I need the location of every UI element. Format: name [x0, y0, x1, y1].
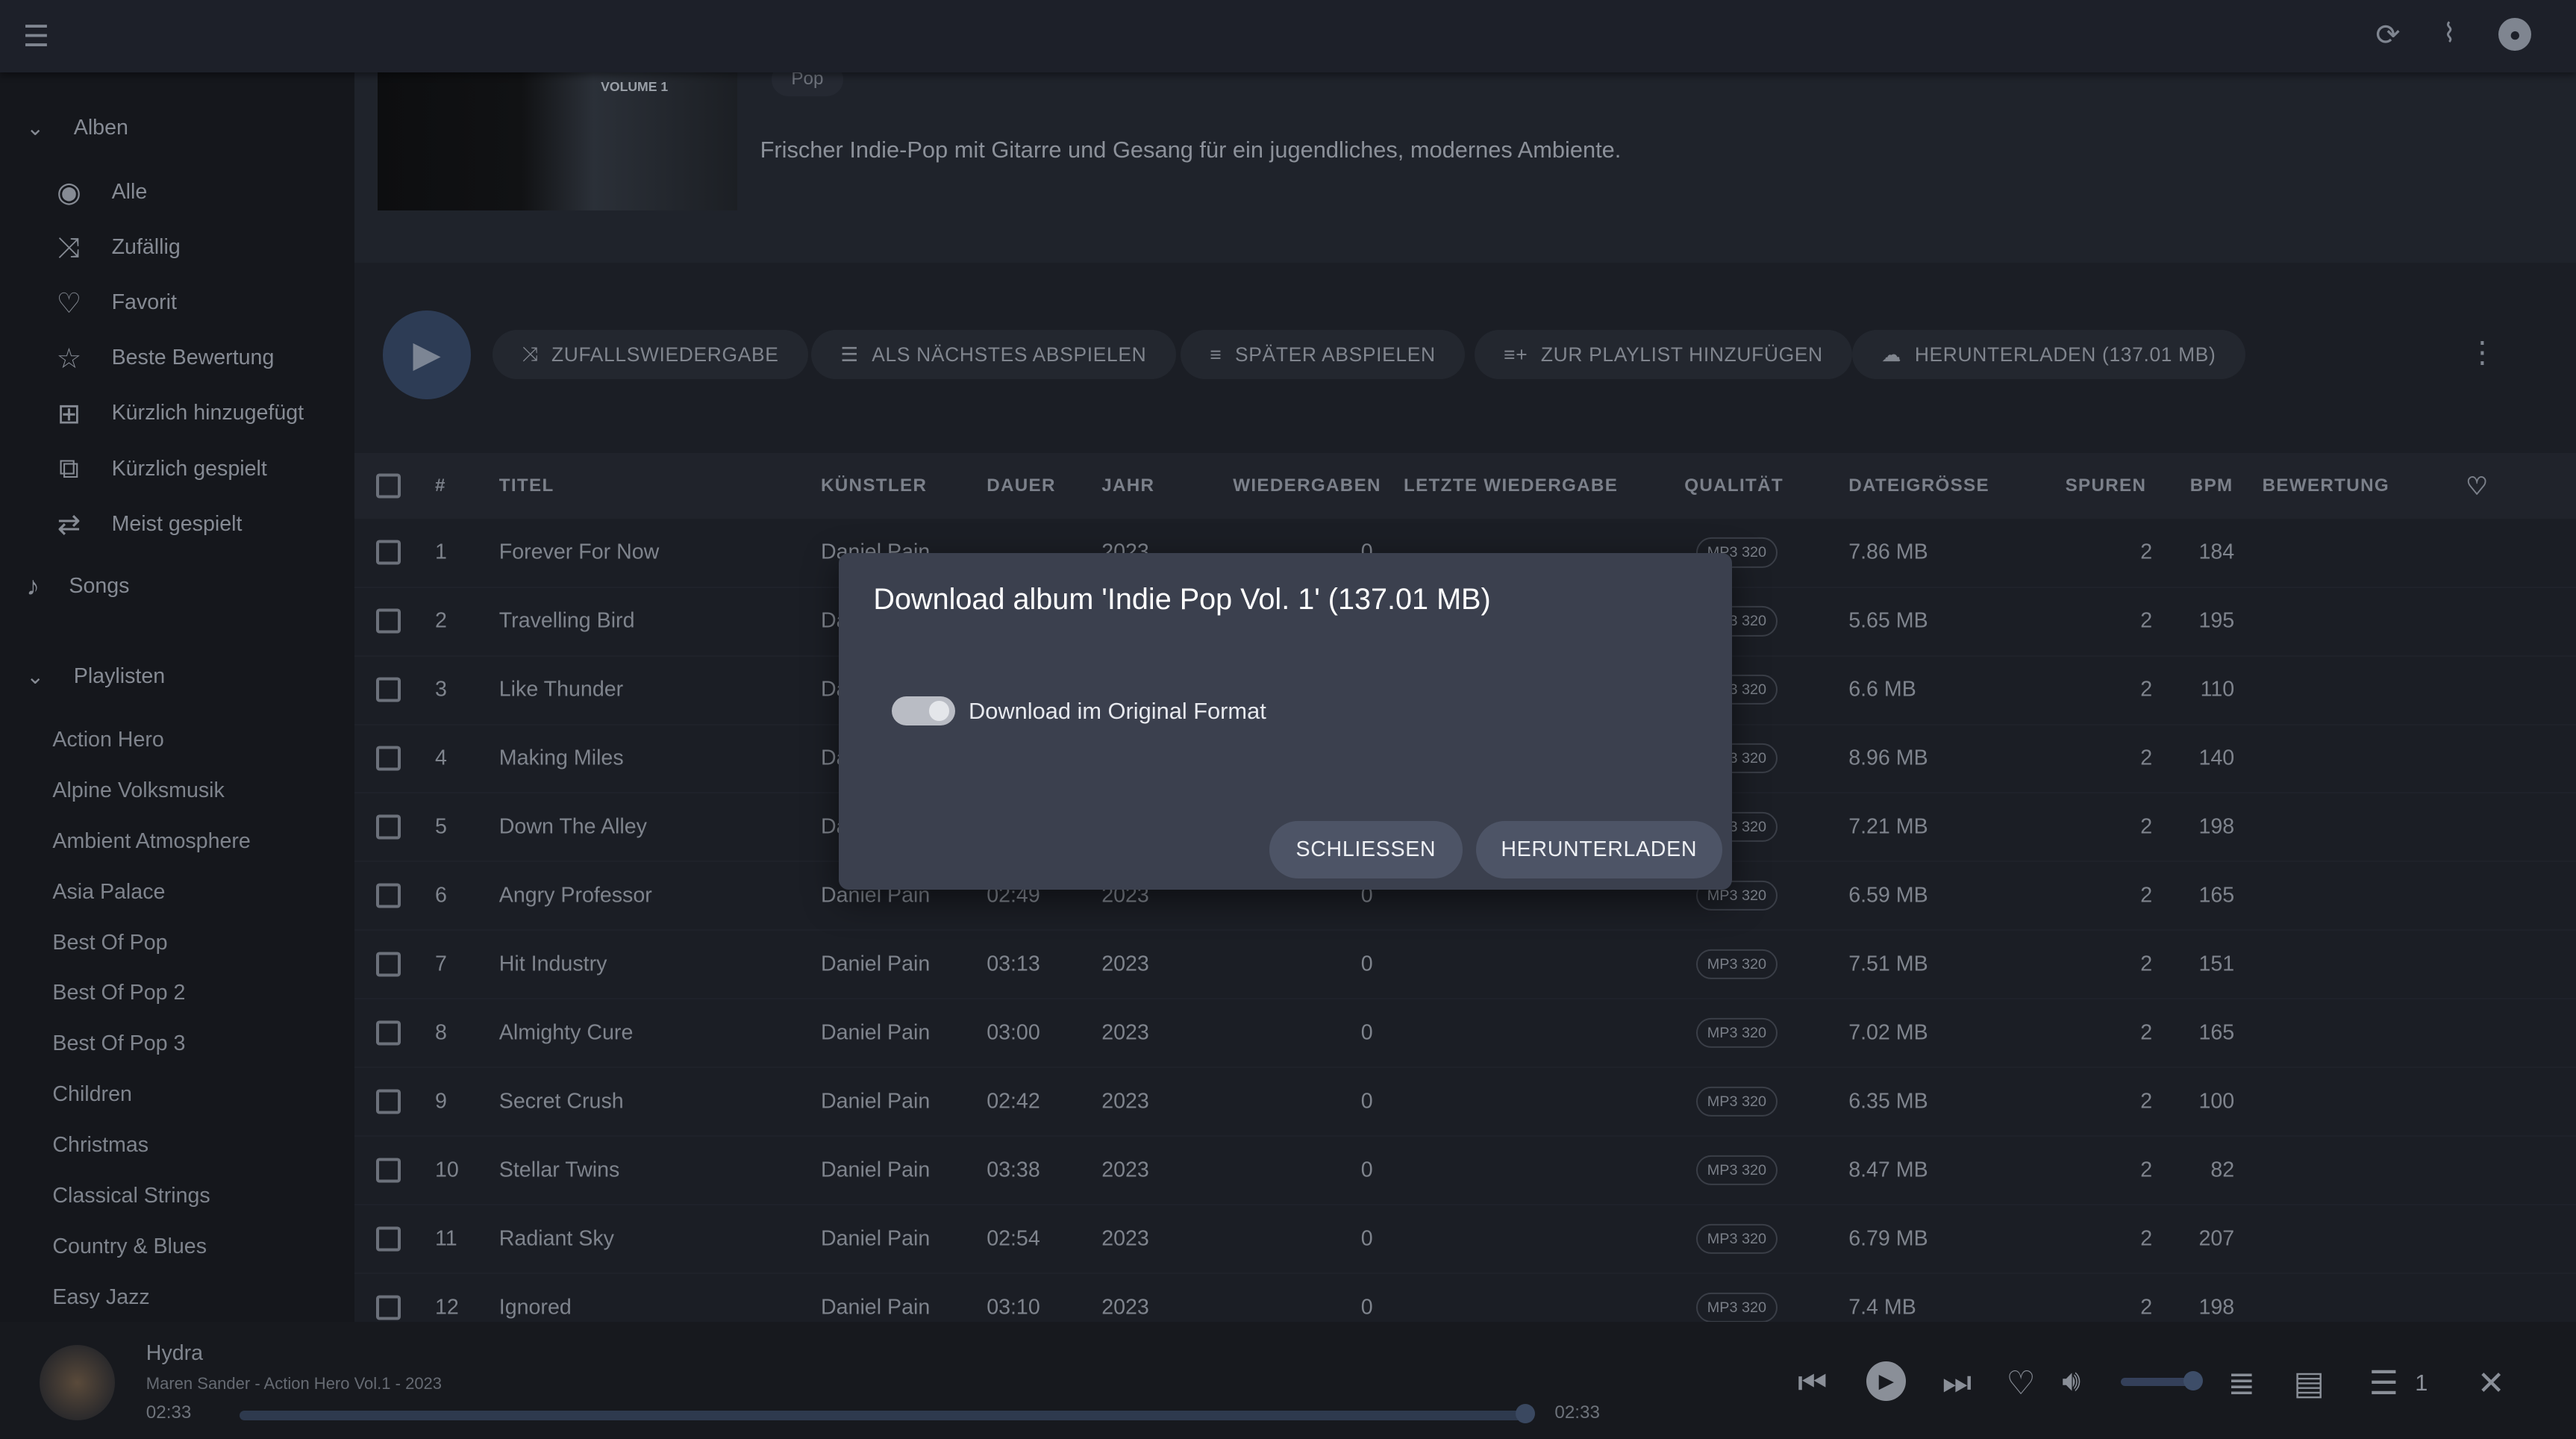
dialog-title: Download album 'Indie Pop Vol. 1' (137.0… [873, 582, 1491, 616]
original-format-toggle[interactable] [891, 696, 956, 726]
toggle-label: Download im Original Format [968, 697, 1266, 724]
app: ☰ ⟳ ⌇ ● ⌄ Alben ◉ Alle ⤨ Zufällig ♡ Favorit ☆ Be… [0, 0, 2576, 1439]
confirm-download-button[interactable]: HERUNTERLADEN [1475, 820, 1722, 878]
download-dialog: Download album 'Indie Pop Vol. 1' (137.0… [839, 553, 1732, 890]
close-button[interactable]: SCHLIESSEN [1269, 820, 1463, 878]
